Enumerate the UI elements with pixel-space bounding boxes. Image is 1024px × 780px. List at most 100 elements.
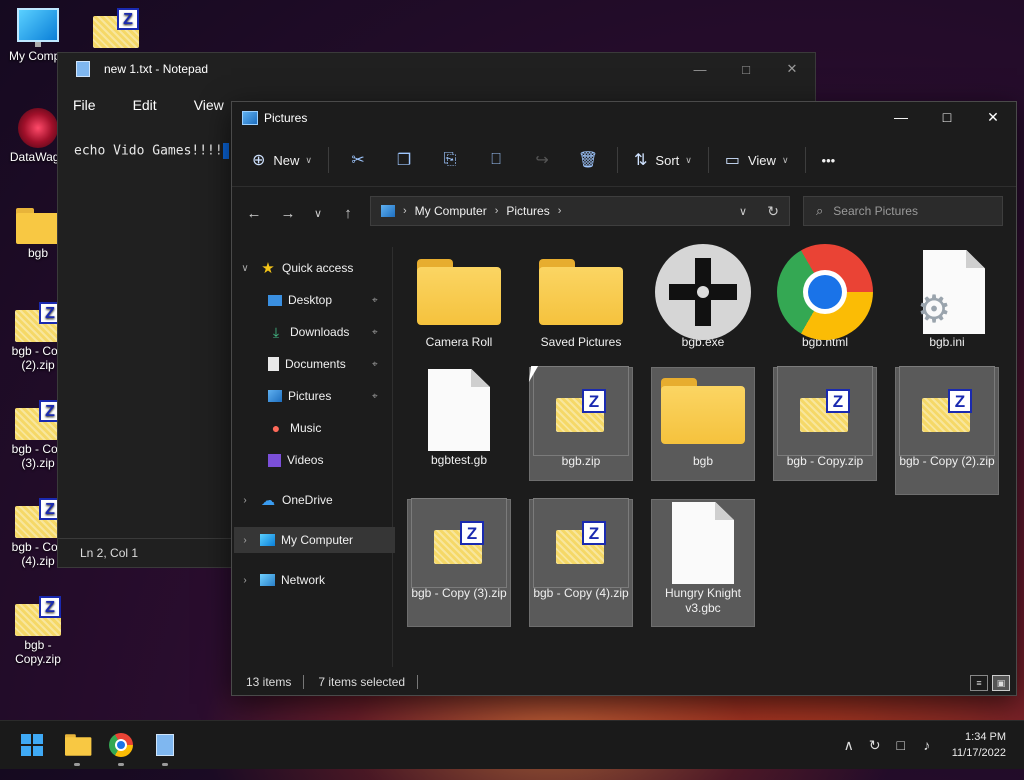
pin-icon[interactable]: ⌖ — [372, 383, 378, 409]
zip-icon: Z — [15, 498, 61, 538]
rename-icon[interactable]: ⎕ — [473, 142, 519, 178]
large-icons-view-icon[interactable]: ▣ — [992, 675, 1010, 691]
file-item[interactable]: bgb.html — [773, 244, 877, 363]
new-button[interactable]: ⊕ New ∨ — [242, 142, 322, 178]
notepad-titlebar[interactable]: new 1.txt - Notepad — □ ✕ — [58, 53, 815, 85]
zip-icon: Z — [556, 389, 606, 433]
file-item[interactable]: bgbtest.gb — [407, 367, 511, 481]
file-item[interactable]: Z bgb.zip — [529, 366, 633, 481]
menu-view[interactable]: View — [194, 97, 224, 113]
copy-icon[interactable]: ❐ — [381, 142, 427, 178]
taskbar-file-explorer[interactable] — [57, 721, 97, 769]
file-item[interactable]: Z bgb - Copy.zip — [773, 366, 877, 481]
pictures-icon — [381, 205, 395, 217]
desktop-icon-zip[interactable]: Z — [78, 8, 154, 48]
nav-my-computer[interactable]: › My Computer — [234, 527, 395, 553]
volume-icon[interactable]: ♪ — [914, 737, 940, 753]
explorer-window[interactable]: Pictures — □ ✕ ⊕ New ∨ ✂ ❐ ⎘ ⎕ ↪ 🗑 ⇅ Sor… — [231, 101, 1017, 696]
menu-edit[interactable]: Edit — [133, 97, 157, 113]
cloud-icon: ☁ — [261, 491, 275, 508]
file-item[interactable]: bgb.exe — [651, 244, 755, 363]
divider — [707, 147, 709, 173]
document-icon — [268, 357, 279, 371]
more-icon: ••• — [821, 152, 836, 168]
nav-desktop[interactable]: Desktop — [268, 287, 332, 313]
file-item[interactable]: Camera Roll — [407, 249, 511, 363]
notepad-icon — [156, 734, 174, 756]
file-item[interactable]: Z bgb - Copy (3).zip — [407, 498, 511, 627]
nav-label: Pictures — [288, 389, 332, 403]
pin-icon[interactable]: ⌖ — [372, 351, 378, 377]
nav-pictures[interactable]: Pictures — [268, 383, 331, 409]
taskbar-chrome[interactable] — [101, 721, 141, 769]
address-bar[interactable]: › My Computer › Pictures › ∨ ↻ — [370, 196, 790, 226]
folder-icon — [16, 208, 60, 244]
chevron-down-icon[interactable]: ∨ — [739, 205, 747, 218]
minimize-button[interactable]: — — [677, 53, 723, 85]
windows-logo-icon — [21, 734, 43, 756]
close-button[interactable]: ✕ — [769, 53, 815, 85]
refresh-icon[interactable]: ↻ — [767, 203, 779, 220]
share-icon[interactable]: ↪ — [519, 142, 565, 178]
chevron-down-icon: ∨ — [305, 154, 313, 165]
breadcrumb-my-computer[interactable]: My Computer — [415, 204, 487, 218]
network-icon[interactable]: □ — [888, 737, 914, 753]
forward-arrow-icon[interactable]: → — [274, 200, 302, 226]
zip-icon: Z — [15, 302, 61, 342]
document-icon — [428, 369, 490, 451]
file-item[interactable]: Z bgb - Copy (4).zip — [529, 498, 633, 627]
file-item[interactable]: ⚙ bgb.ini — [895, 249, 999, 363]
navigation-row: ← → ∨ ↑ › My Computer › Pictures › ∨ ↻ ⌕… — [232, 194, 1016, 232]
recent-locations-icon[interactable]: ∨ — [304, 200, 332, 226]
pin-icon[interactable]: ⌖ — [372, 319, 378, 345]
notepad-editor[interactable]: echo Vido Games!!!! — [74, 143, 229, 159]
taskbar-notepad[interactable] — [145, 721, 185, 769]
cut-icon[interactable]: ✂ — [335, 142, 381, 178]
file-item[interactable]: Z bgb - Copy (2).zip — [895, 366, 999, 495]
sort-button[interactable]: ⇅ Sort ∨ — [624, 142, 702, 178]
view-button[interactable]: ▭ View ∨ — [715, 142, 799, 178]
nav-videos[interactable]: Videos — [268, 447, 323, 473]
minimize-button[interactable]: — — [878, 102, 924, 132]
nav-downloads[interactable]: ⤓ Downloads — [268, 319, 349, 345]
explorer-titlebar[interactable]: Pictures — □ ✕ — [232, 102, 1016, 134]
close-button[interactable]: ✕ — [970, 102, 1016, 132]
back-arrow-icon[interactable]: ← — [240, 200, 268, 226]
clock[interactable]: 1:34 PM 11/17/2022 — [952, 729, 1006, 761]
folder-icon — [65, 734, 92, 756]
start-button[interactable] — [12, 721, 52, 769]
desktop-icon-zip-copy[interactable]: Z bgb - Copy.zip — [0, 596, 76, 666]
maximize-button[interactable]: □ — [723, 53, 769, 85]
gear-icon: ⚙ — [917, 289, 952, 331]
zip-icon: Z — [922, 389, 972, 433]
file-name: Saved Pictures — [540, 335, 622, 349]
maximize-button[interactable]: □ — [924, 102, 970, 132]
paste-icon[interactable]: ⎘ — [427, 142, 473, 178]
nav-label: Quick access — [282, 261, 354, 275]
nav-quick-access[interactable]: ∨ ★ Quick access — [238, 255, 353, 281]
file-item[interactable]: Hungry Knight v3.gbc — [651, 499, 755, 627]
file-item[interactable]: bgb — [651, 367, 755, 481]
nav-label: Documents — [285, 357, 346, 371]
search-input[interactable]: ⌕ Search Pictures — [803, 196, 1003, 226]
up-arrow-icon[interactable]: ↑ — [334, 200, 362, 226]
nav-label: Downloads — [290, 325, 350, 339]
nav-network[interactable]: › Network — [238, 567, 325, 593]
file-item[interactable]: Saved Pictures — [529, 249, 633, 363]
details-view-icon[interactable]: ≡ — [970, 675, 988, 691]
datawago-icon — [18, 108, 58, 148]
pin-icon[interactable]: ⌖ — [372, 287, 378, 313]
delete-icon[interactable]: 🗑 — [565, 142, 611, 178]
nav-music[interactable]: ● Music — [268, 415, 322, 441]
chevron-up-icon[interactable]: ∧ — [836, 737, 862, 754]
more-options-button[interactable]: ••• — [812, 142, 846, 178]
chrome-icon — [109, 733, 133, 757]
explorer-title: Pictures — [264, 111, 308, 125]
view-icon: ▭ — [724, 152, 740, 169]
update-icon[interactable]: ↻ — [862, 737, 888, 754]
menu-file[interactable]: File — [73, 97, 96, 113]
nav-onedrive[interactable]: › ☁ OneDrive — [238, 487, 332, 513]
item-count: 13 items — [246, 675, 292, 689]
breadcrumb-pictures[interactable]: Pictures — [506, 204, 549, 218]
nav-documents[interactable]: Documents — [268, 351, 346, 377]
